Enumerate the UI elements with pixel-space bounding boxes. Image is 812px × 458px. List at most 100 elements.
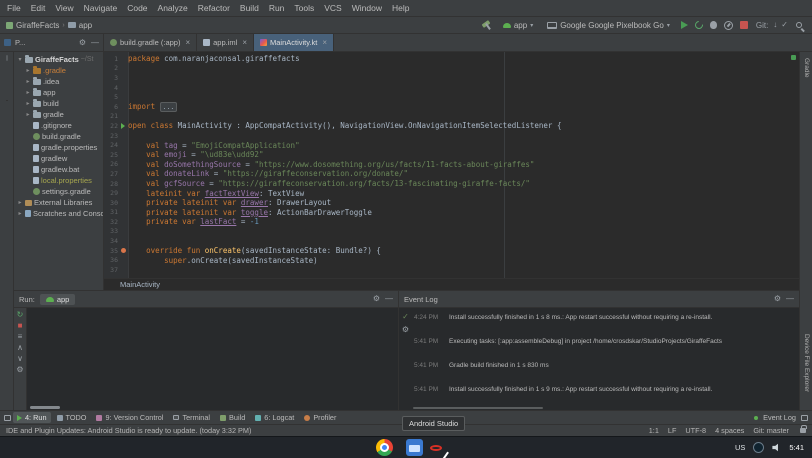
code-line[interactable]: 4 <box>104 83 799 93</box>
status-widget[interactable]: 4 spaces <box>715 426 744 435</box>
tray-circle-icon[interactable] <box>753 442 764 453</box>
run-gutter-icon[interactable] <box>118 123 128 129</box>
code-line[interactable]: 29 lateinit var factTextView: TextView <box>104 188 799 198</box>
close-tab-icon[interactable]: × <box>322 38 327 47</box>
breadcrumb-project[interactable]: GiraffeFacts <box>16 21 59 30</box>
tree-item-giraffefacts[interactable]: ▾GiraffeFacts ~/St <box>14 54 103 65</box>
code-line[interactable]: 21 <box>104 112 799 122</box>
hide-panel-icon[interactable]: — <box>91 38 99 47</box>
code-editor[interactable]: 1package com.naranjaconsal.giraffefacts 2… <box>104 52 799 278</box>
code-line[interactable]: 33 <box>104 227 799 237</box>
override-gutter-icon[interactable] <box>118 248 128 253</box>
tree-item-scratches-and-consoles[interactable]: ▸Scratches and Consoles <box>14 208 103 219</box>
code-line[interactable]: 37 <box>104 265 799 275</box>
menu-item[interactable]: Navigate <box>79 3 123 13</box>
chrome-icon[interactable] <box>376 439 393 456</box>
tree-item-settings-gradle[interactable]: settings.gradle <box>14 186 103 197</box>
editor-tab[interactable]: app.iml × <box>197 34 254 51</box>
horizontal-scrollbar[interactable] <box>30 406 60 409</box>
tree-item-build-gradle[interactable]: build.gradle <box>14 131 103 142</box>
tool-window-button[interactable] <box>6 68 8 74</box>
tree-item-gradle[interactable]: ▸gradle <box>14 109 103 120</box>
tool-window-button-gradle[interactable]: Gradle <box>800 55 812 81</box>
code-line[interactable]: 36 super.onCreate(savedInstanceState) <box>104 255 799 265</box>
menu-item[interactable]: Refactor <box>193 3 235 13</box>
menu-item[interactable]: File <box>2 3 26 13</box>
tree-item-gradlew[interactable]: gradlew <box>14 153 103 164</box>
settings-gear-icon[interactable]: ⚙ <box>774 295 781 303</box>
menu-item[interactable]: Build <box>235 3 264 13</box>
stop-button[interactable]: ■ <box>18 322 23 330</box>
event-log-entry[interactable]: 5:41 PM Gradle build finished in 1 s 830… <box>414 362 795 386</box>
tool-window-button[interactable] <box>6 81 8 87</box>
tree-item--idea[interactable]: ▸.idea <box>14 76 103 87</box>
lock-icon[interactable] <box>800 428 806 433</box>
code-line[interactable]: 30 private lateinit var drawer: DrawerLa… <box>104 198 799 208</box>
run-console[interactable]: ↻■≡∧∨⚙ <box>14 308 398 410</box>
event-log-entry[interactable]: 4:24 PM Install successfully finished in… <box>414 314 795 338</box>
search-icon[interactable] <box>796 22 802 28</box>
tree-item-gradle-properties[interactable]: gradle.properties <box>14 142 103 153</box>
expand-arrow-icon[interactable]: ▸ <box>25 89 31 96</box>
code-line[interactable]: 22open class MainActivity : AppCompatAct… <box>104 121 799 131</box>
expand-arrow-icon[interactable]: ▸ <box>25 111 31 118</box>
tree-item-build[interactable]: ▸build <box>14 98 103 109</box>
expand-arrow-icon[interactable]: ▸ <box>25 100 31 107</box>
tool-window-tab[interactable]: 4: Run <box>13 412 51 423</box>
menu-item[interactable]: Run <box>264 3 290 13</box>
tree-item-local-properties[interactable]: local.properties <box>14 175 103 186</box>
tool-window-tab[interactable]: Build <box>216 412 249 423</box>
breadcrumb-module[interactable]: app <box>79 21 92 30</box>
build-hammer-icon[interactable] <box>482 20 492 31</box>
expand-arrow-icon[interactable]: ▸ <box>25 67 31 74</box>
profile-button[interactable] <box>724 21 733 30</box>
collapse-all-button[interactable]: ∧ <box>17 344 23 352</box>
event-filter-icon[interactable]: ✓ <box>402 313 409 321</box>
tool-window-tab[interactable]: TODO <box>53 412 91 423</box>
debug-button[interactable] <box>710 21 717 29</box>
menu-item[interactable]: Edit <box>26 3 51 13</box>
status-widget[interactable]: 1:1 <box>649 426 659 435</box>
code-line[interactable]: 1package com.naranjaconsal.giraffefacts <box>104 54 799 64</box>
status-widget[interactable]: LF <box>668 426 677 435</box>
tool-window-tab[interactable]: 6: Logcat <box>251 412 298 423</box>
hide-panel-icon[interactable]: — <box>786 295 794 303</box>
tool-window-tab[interactable]: 9: Version Control <box>92 412 167 423</box>
close-tab-icon[interactable]: × <box>242 38 247 47</box>
hide-panel-icon[interactable]: — <box>385 295 393 303</box>
tree-item--gitignore[interactable]: .gitignore <box>14 120 103 131</box>
editor-tab[interactable]: MainActivity.kt × <box>254 34 334 51</box>
stop-button[interactable] <box>740 21 748 29</box>
run-button[interactable] <box>681 21 688 29</box>
rerun-button[interactable]: ↻ <box>17 311 24 319</box>
code-line[interactable]: 32 private var lastFact = -1 <box>104 217 799 227</box>
run-tab-app[interactable]: app <box>40 294 76 305</box>
code-line[interactable]: 6import ... <box>104 102 799 112</box>
code-line[interactable]: 5 <box>104 92 799 102</box>
settings-button[interactable]: ⚙ <box>16 366 23 374</box>
code-line[interactable]: 24 val tag = "EmojiCompatApplication" <box>104 140 799 150</box>
tool-window-switcher-icon[interactable] <box>4 415 11 421</box>
settings-gear-icon[interactable]: ⚙ <box>373 295 380 303</box>
expand-arrow-icon[interactable]: ▸ <box>25 78 31 85</box>
git-update-icon[interactable]: ↓ <box>773 21 777 29</box>
tree-item-gradlew-bat[interactable]: gradlew.bat <box>14 164 103 175</box>
status-message[interactable]: IDE and Plugin Updates: Android Studio i… <box>6 426 251 435</box>
code-line[interactable]: 28 val gcfSource = "https://giraffeconse… <box>104 179 799 189</box>
tool-window-button[interactable] <box>6 101 8 107</box>
close-tab-icon[interactable]: × <box>185 38 190 47</box>
tree-item-external-libraries[interactable]: ▸External Libraries <box>14 197 103 208</box>
menu-item[interactable]: Help <box>387 3 414 13</box>
apply-changes-button[interactable] <box>693 19 704 30</box>
tool-window-button[interactable] <box>6 55 8 61</box>
code-line[interactable]: 26 val doSomethingSource = "https://www.… <box>104 160 799 170</box>
keyboard-layout-indicator[interactable]: US <box>735 443 745 452</box>
event-log-entry[interactable]: 5:41 PM Executing tasks: [:app:assembleD… <box>414 338 795 362</box>
event-log-bar-button[interactable]: Event Log <box>763 413 796 422</box>
tool-window-button-device-file-explorer[interactable]: Device File Explorer <box>800 331 812 395</box>
code-line[interactable]: 34 <box>104 236 799 246</box>
menu-item[interactable]: View <box>50 3 78 13</box>
tree-item--gradle[interactable]: ▸.gradle <box>14 65 103 76</box>
code-line[interactable]: 23 <box>104 131 799 141</box>
expand-arrow-icon[interactable]: ▾ <box>17 56 23 63</box>
